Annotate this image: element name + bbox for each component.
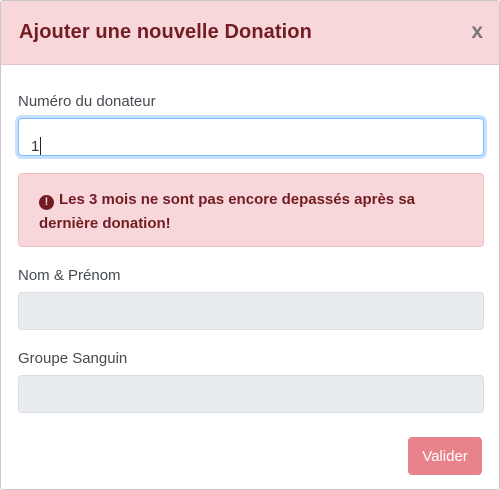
name-input[interactable] <box>18 292 484 330</box>
text-caret <box>40 137 42 155</box>
modal-header: Ajouter une nouvelle Donation x <box>1 1 499 65</box>
modal-body: Numéro du donateur 1 ! Les 3 mois ne sont… <box>1 93 499 413</box>
modal-footer: Valider <box>408 437 482 475</box>
donor-number-input[interactable] <box>18 118 484 156</box>
add-donation-modal: Ajouter une nouvelle Donation x Numéro d… <box>0 0 500 490</box>
donor-number-label: Numéro du donateur <box>18 93 156 110</box>
exclamation-circle-icon: ! <box>39 195 54 210</box>
donor-number-value: 1 <box>31 137 42 155</box>
modal-title: Ajouter une nouvelle Donation <box>19 21 312 43</box>
name-label: Nom & Prénom <box>18 267 121 284</box>
blood-group-label: Groupe Sanguin <box>18 350 128 367</box>
submit-button[interactable]: Valider <box>408 437 482 475</box>
donor-number-text: 1 <box>31 138 40 155</box>
error-alert: ! Les 3 mois ne sont pas encore depassés … <box>18 173 484 247</box>
blood-group-input[interactable] <box>18 375 484 413</box>
alert-message: Les 3 mois ne sont pas encore depassés a… <box>39 191 416 232</box>
close-button[interactable]: x <box>471 21 483 42</box>
donor-number-wrapper: 1 <box>18 118 484 156</box>
